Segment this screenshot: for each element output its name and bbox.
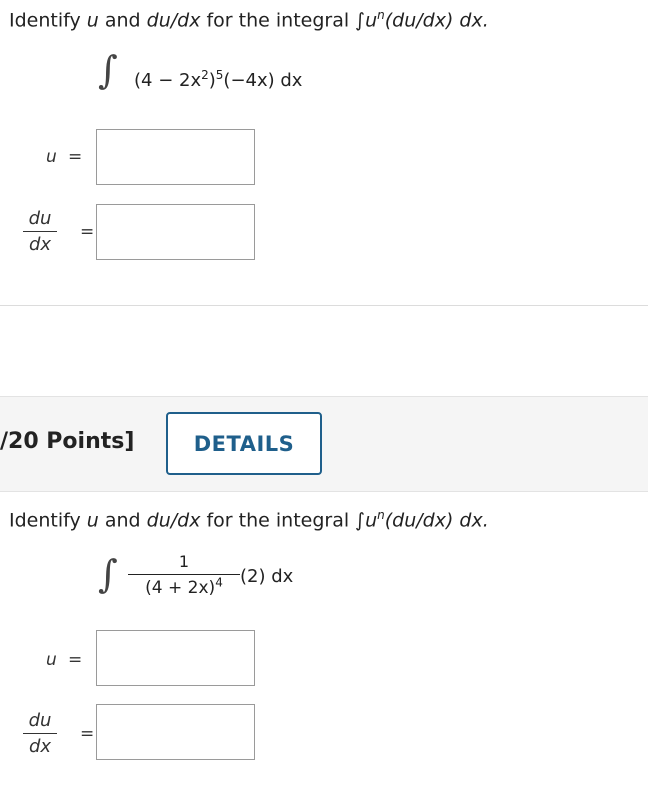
page: Identify u and du/dx for the integral ∫u… <box>0 0 648 802</box>
equals-sign: = <box>80 222 95 242</box>
details-button[interactable]: DETAILS <box>166 412 322 475</box>
fraction-numerator: du <box>28 208 52 229</box>
prompt-form: ∫u <box>355 9 378 32</box>
equals-sign: = <box>80 724 95 744</box>
equals-sign: = <box>68 147 83 167</box>
section-divider <box>0 305 648 306</box>
prompt-text: and <box>98 509 147 532</box>
fraction-bar <box>128 574 240 575</box>
prompt-form-rest: (du/dx) dx. <box>384 509 489 532</box>
u-answer-input[interactable] <box>96 630 255 686</box>
integrand-part: (−4x) dx <box>223 70 303 91</box>
prompt-dudx: du/dx <box>146 9 201 32</box>
prompt-form: ∫u <box>355 509 378 532</box>
u-answer-input[interactable] <box>96 129 255 185</box>
prompt-text: Identify <box>9 509 87 532</box>
prompt-u: u <box>86 509 99 532</box>
prompt-text: for the integral <box>200 509 356 532</box>
du-dx-label: du dx <box>23 208 57 256</box>
integrand-fraction: 1 (4 + 2x)4 <box>128 552 240 598</box>
fraction-numerator: 1 <box>178 552 190 571</box>
integrand-exponent: 2 <box>201 68 209 82</box>
problem2-prompt: Identify u and du/dx for the integral ∫u… <box>9 508 489 531</box>
fraction-denominator: (4 + 2x)4 <box>128 575 240 598</box>
fraction-bar <box>23 231 57 232</box>
denominator-base: (4 + 2x) <box>145 578 216 598</box>
du-dx-answer-input[interactable] <box>96 704 255 760</box>
integrand-part: (4 − 2x <box>134 70 202 91</box>
fraction-denominator: dx <box>28 736 52 757</box>
prompt-text: and <box>98 9 147 32</box>
prompt-exponent-n: n <box>377 508 385 522</box>
integrand-tail: (2) dx <box>240 566 294 587</box>
integrand-part: ) <box>208 70 216 91</box>
denominator-exponent: 4 <box>215 575 223 590</box>
u-label: u <box>46 650 57 670</box>
integrand-expression: (4 − 2x2)5(−4x) dx <box>134 68 303 91</box>
integral-sign: ∫ <box>98 552 118 596</box>
prompt-text: Identify <box>9 9 87 32</box>
problem1-prompt: Identify u and du/dx for the integral ∫u… <box>9 8 489 31</box>
prompt-text: for the integral <box>200 9 356 32</box>
u-label: u <box>46 147 57 167</box>
du-dx-label: du dx <box>23 710 57 758</box>
equals-sign: = <box>68 650 83 670</box>
prompt-exponent-n: n <box>377 8 385 22</box>
fraction-denominator: dx <box>28 234 52 255</box>
integral-sign: ∫ <box>98 48 118 92</box>
fraction-bar <box>23 733 57 734</box>
points-label: /20 Points] <box>0 429 135 454</box>
prompt-dudx: du/dx <box>146 509 201 532</box>
du-dx-answer-input[interactable] <box>96 204 255 260</box>
prompt-form-rest: (du/dx) dx. <box>384 9 489 32</box>
fraction-numerator: du <box>28 710 52 731</box>
prompt-u: u <box>86 9 99 32</box>
